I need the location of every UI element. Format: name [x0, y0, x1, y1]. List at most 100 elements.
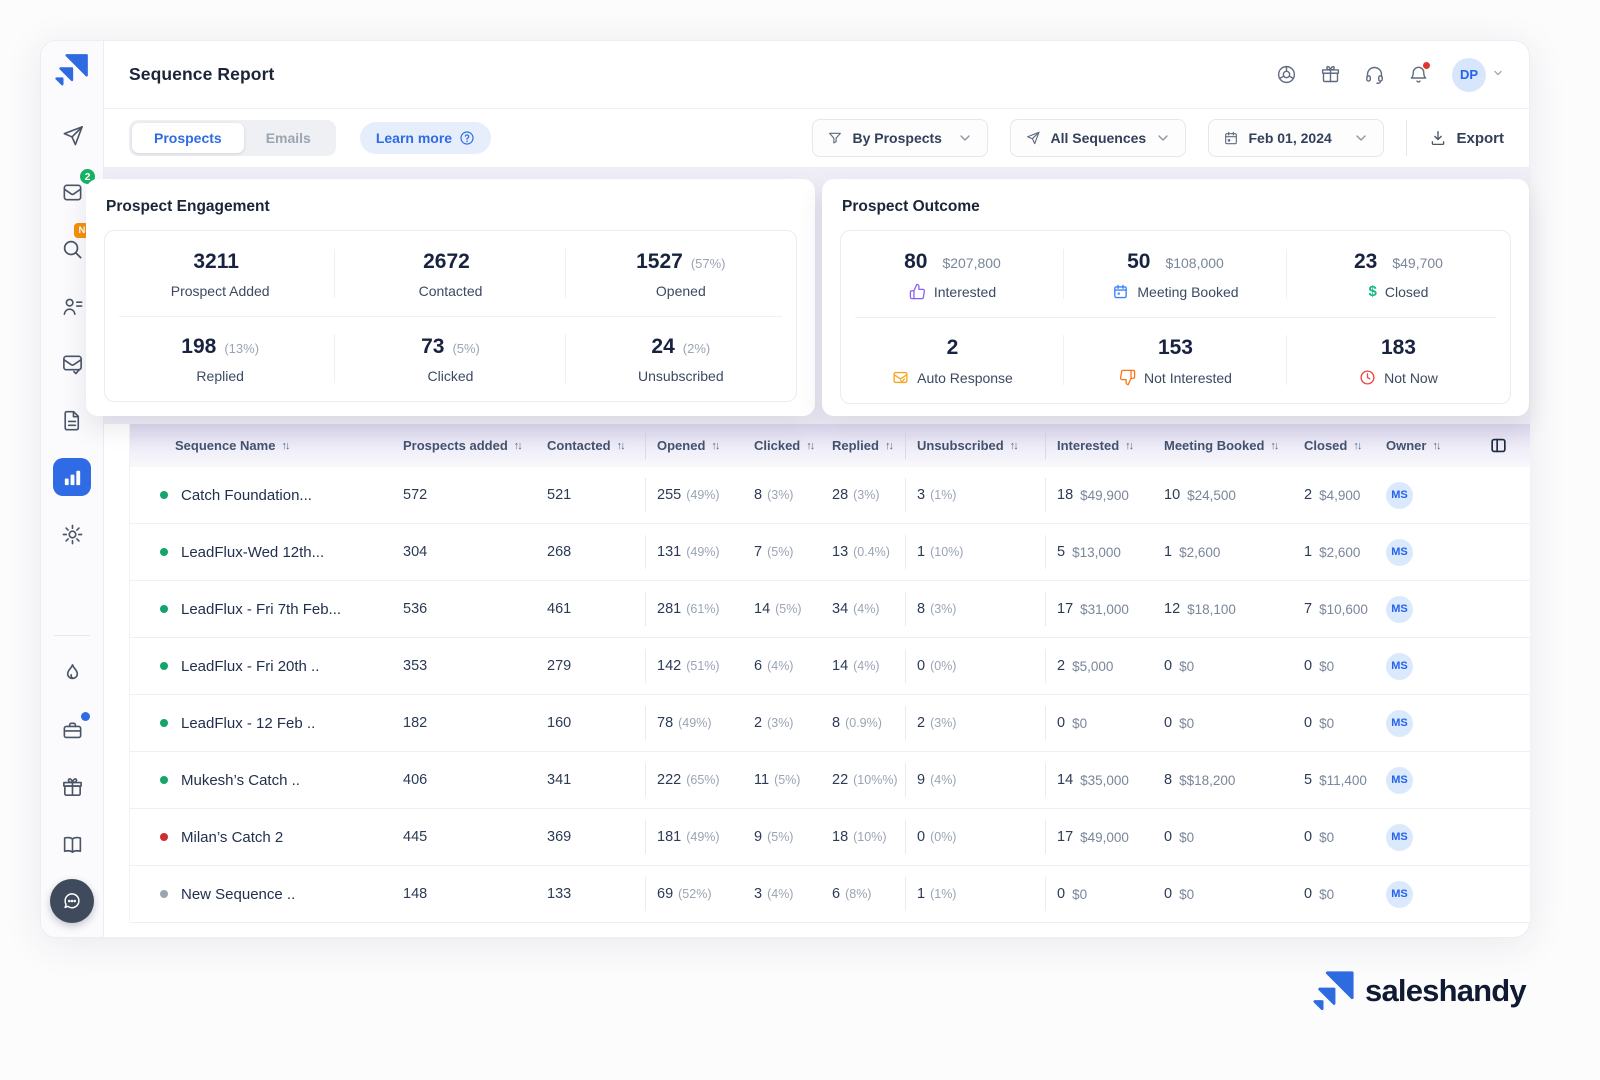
- col-interested[interactable]: Interested↑↓: [1045, 424, 1152, 467]
- table-row[interactable]: LeadFlux - Fri 20th .. 353 279 142(51%) …: [130, 638, 1530, 695]
- settings-gear-icon[interactable]: [53, 515, 91, 553]
- col-opened[interactable]: Opened↑↓: [645, 424, 742, 467]
- sort-icon[interactable]: ↑↓: [1125, 440, 1132, 452]
- all-sequences-dropdown[interactable]: All Sequences: [1010, 119, 1186, 157]
- sequence-name[interactable]: Milan’s Catch 2: [181, 829, 283, 846]
- stat-extra: (5%): [452, 341, 479, 356]
- sequence-name[interactable]: Catch Foundation...: [181, 487, 312, 504]
- notifications-bell-icon[interactable]: [1408, 64, 1429, 85]
- sequence-name[interactable]: LeadFlux - Fri 7th Feb...: [181, 601, 341, 618]
- col-clicked[interactable]: Clicked↑↓: [742, 424, 820, 467]
- opened-pct: (49%): [678, 716, 711, 730]
- opened-value: 78: [657, 715, 673, 731]
- by-prospects-dropdown[interactable]: By Prospects: [812, 119, 988, 157]
- col-owner[interactable]: Owner↑↓: [1374, 424, 1454, 467]
- knowledge-book-icon[interactable]: [53, 825, 91, 863]
- table-row[interactable]: LeadFlux - Fri 7th Feb... 536 461 281(61…: [130, 581, 1530, 638]
- col-contacted[interactable]: Contacted↑↓: [535, 424, 645, 467]
- interested-value: 18: [1057, 487, 1073, 503]
- stat-label: Unsubscribed: [572, 368, 790, 384]
- user-menu[interactable]: DP: [1452, 58, 1504, 92]
- sequences-send-icon[interactable]: [53, 116, 91, 154]
- sort-icon[interactable]: ↑↓: [1010, 440, 1017, 452]
- closed-money: $0: [1319, 659, 1334, 674]
- whats-hot-flame-icon[interactable]: [53, 654, 91, 692]
- analytics-chart-icon[interactable]: [53, 458, 91, 496]
- closed-value: 2: [1304, 487, 1312, 503]
- send-icon: [1025, 130, 1041, 146]
- workspace-briefcase-icon[interactable]: [53, 711, 91, 749]
- closed-money: $0: [1319, 716, 1334, 731]
- saleshandy-logo-icon[interactable]: [55, 53, 89, 92]
- col-prospects-added[interactable]: Prospects added↑↓: [391, 424, 535, 467]
- sequence-table: Sequence Name↑↓ Prospects added↑↓ Contac…: [104, 424, 1529, 937]
- owner-avatar[interactable]: MS: [1386, 596, 1413, 623]
- owner-avatar[interactable]: MS: [1386, 824, 1413, 851]
- col-sequence-name[interactable]: Sequence Name↑↓: [130, 424, 391, 467]
- closed-value: 0: [1304, 715, 1312, 731]
- col-closed[interactable]: Closed↑↓: [1292, 424, 1374, 467]
- interested-value: 5: [1057, 544, 1065, 560]
- meeting-booked-value: 0: [1164, 658, 1172, 674]
- templates-document-icon[interactable]: [53, 401, 91, 439]
- sequence-name[interactable]: New Sequence ..: [181, 886, 295, 903]
- support-chat-icon[interactable]: [50, 879, 94, 923]
- closed-money: $0: [1319, 887, 1334, 902]
- sort-icon[interactable]: ↑↓: [514, 440, 521, 452]
- rewards-gift-icon[interactable]: [53, 768, 91, 806]
- col-meeting-booked[interactable]: Meeting Booked↑↓: [1152, 424, 1292, 467]
- sort-icon[interactable]: ↑↓: [281, 440, 288, 452]
- user-avatar[interactable]: DP: [1452, 58, 1486, 92]
- meeting-booked-value: 1: [1164, 544, 1172, 560]
- interested-value: 2: [1057, 658, 1065, 674]
- prospects-added-value: 572: [403, 487, 427, 503]
- owner-avatar[interactable]: MS: [1386, 482, 1413, 509]
- export-button[interactable]: Export: [1429, 129, 1504, 147]
- unsubscribed-pct: (0%): [930, 830, 956, 844]
- sort-icon[interactable]: ↑↓: [1432, 440, 1439, 452]
- tab-prospects[interactable]: Prospects: [132, 123, 244, 153]
- owner-avatar[interactable]: MS: [1386, 653, 1413, 680]
- opened-pct: (51%): [686, 659, 719, 673]
- table-row[interactable]: LeadFlux-Wed 12th... 304 268 131(49%) 7(…: [130, 524, 1530, 581]
- table-row[interactable]: Milan’s Catch 2 445 369 181(49%) 9(5%) 1…: [130, 809, 1530, 866]
- tab-emails[interactable]: Emails: [244, 123, 333, 153]
- sequence-name[interactable]: LeadFlux-Wed 12th...: [181, 544, 324, 561]
- sort-icon[interactable]: ↑↓: [617, 440, 624, 452]
- learn-more-button[interactable]: Learn more: [360, 122, 491, 154]
- owner-avatar[interactable]: MS: [1386, 881, 1413, 908]
- sort-icon[interactable]: ↑↓: [806, 440, 813, 452]
- owner-avatar[interactable]: MS: [1386, 767, 1413, 794]
- support-headset-icon[interactable]: [1364, 64, 1385, 85]
- column-settings-icon[interactable]: [1454, 424, 1531, 467]
- funnel-icon: [827, 130, 843, 146]
- sort-icon[interactable]: ↑↓: [1270, 440, 1277, 452]
- sequence-name[interactable]: LeadFlux - Fri 20th ..: [181, 658, 319, 675]
- owner-avatar[interactable]: MS: [1386, 710, 1413, 737]
- table-row[interactable]: New Sequence .. 148 133 69(52%) 3(4%) 6(…: [130, 866, 1530, 923]
- gift-icon[interactable]: [1320, 64, 1341, 85]
- stat-value: 2: [947, 336, 959, 360]
- browser-extension-icon[interactable]: [1276, 64, 1297, 85]
- sequence-status-dot: [160, 833, 168, 841]
- stat-value: 198: [181, 335, 216, 359]
- table-row[interactable]: LeadFlux - 12 Feb .. 182 160 78(49%) 2(3…: [130, 695, 1530, 752]
- sort-icon[interactable]: ↑↓: [711, 440, 718, 452]
- clicked-value: 3: [754, 886, 762, 902]
- sort-icon[interactable]: ↑↓: [885, 440, 892, 452]
- interested-money: $35,000: [1080, 773, 1129, 788]
- table-row[interactable]: Catch Foundation... 572 521 255(49%) 8(3…: [130, 467, 1530, 524]
- download-icon: [1429, 129, 1447, 147]
- date-picker[interactable]: Feb 01, 2024: [1208, 119, 1384, 157]
- sequence-name[interactable]: Mukesh’s Catch ..: [181, 772, 300, 789]
- owner-avatar[interactable]: MS: [1386, 539, 1413, 566]
- replied-value: 6: [832, 886, 840, 902]
- col-replied[interactable]: Replied↑↓: [820, 424, 905, 467]
- sort-icon[interactable]: ↑↓: [1353, 440, 1360, 452]
- clicked-value: 11: [754, 772, 769, 788]
- col-unsubscribed[interactable]: Unsubscribed↑↓: [905, 424, 1045, 467]
- closed-money: $11,400: [1319, 773, 1367, 788]
- sequence-name[interactable]: LeadFlux - 12 Feb ..: [181, 715, 315, 732]
- sidebar-lower-nav: [53, 654, 91, 863]
- table-row[interactable]: Mukesh’s Catch .. 406 341 222(65%) 11(5%…: [130, 752, 1530, 809]
